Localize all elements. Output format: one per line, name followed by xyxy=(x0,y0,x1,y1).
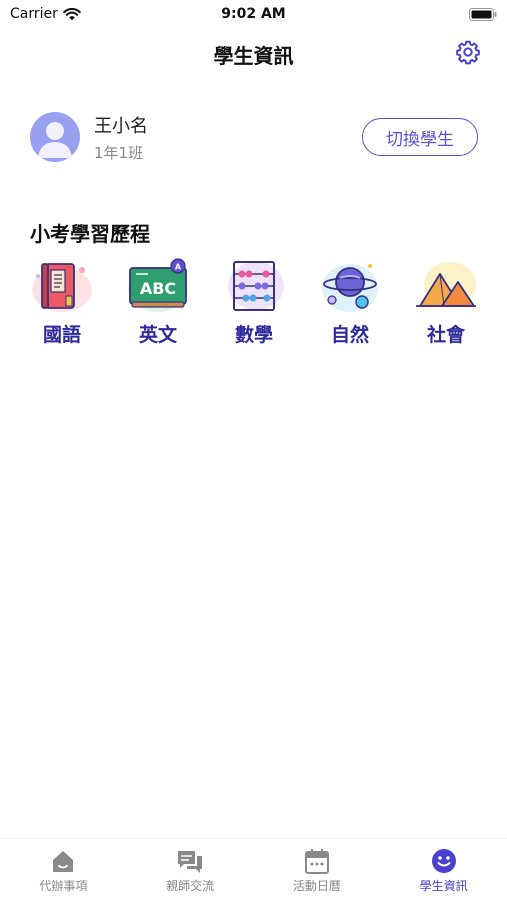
subject-english[interactable]: ABC A 英文 xyxy=(110,256,206,347)
tab-label: 活動日曆 xyxy=(292,879,341,893)
avatar xyxy=(30,112,80,162)
svg-text:A: A xyxy=(175,263,182,272)
carrier-indicator: Carrier xyxy=(10,6,81,22)
pyramid-icon xyxy=(416,262,476,307)
calendar-icon xyxy=(304,849,329,874)
tab-bar: 代辦事項 親師交流 活動日曆 學生資訊 xyxy=(0,838,507,900)
tab-calendar[interactable]: 活動日曆 xyxy=(254,839,381,900)
subject-chinese[interactable]: 國語 xyxy=(14,256,110,347)
subject-label: 自然 xyxy=(330,324,369,346)
user-silhouette-icon xyxy=(38,122,72,158)
svg-text:ABC: ABC xyxy=(140,279,176,298)
tab-label: 代辦事項 xyxy=(39,879,88,893)
chalkboard-abc-icon: ABC A xyxy=(128,258,188,312)
tab-label: 學生資訊 xyxy=(419,879,468,893)
subject-label: 國語 xyxy=(42,324,81,346)
tab-student-info[interactable]: 學生資訊 xyxy=(380,839,507,900)
page-title: 學生資訊 xyxy=(213,44,294,68)
carrier-label: Carrier xyxy=(10,6,58,22)
student-class: 1年1班 xyxy=(94,144,144,162)
subject-label: 數學 xyxy=(234,324,273,346)
subject-label: 社會 xyxy=(426,324,465,346)
student-profile: 王小名 1年1班 切換學生 xyxy=(30,110,480,166)
chat-icon xyxy=(178,851,203,873)
battery-icon xyxy=(469,8,497,21)
book-icon xyxy=(32,263,92,312)
abacus-icon xyxy=(228,261,284,311)
smiley-icon xyxy=(431,849,456,873)
wifi-icon xyxy=(63,7,81,20)
tab-parent-teacher[interactable]: 親師交流 xyxy=(127,839,254,900)
student-name: 王小名 xyxy=(94,116,148,137)
gear-icon xyxy=(456,40,480,65)
settings-button[interactable] xyxy=(453,37,483,67)
subject-math[interactable]: 數學 xyxy=(206,256,302,347)
tab-todo[interactable]: 代辦事項 xyxy=(0,839,127,900)
status-bar: Carrier 9:02 AM xyxy=(0,0,507,28)
subject-list: 國語 ABC A 英文 數學 自然 社會 xyxy=(14,256,494,347)
subject-social[interactable]: 社會 xyxy=(398,256,494,347)
subject-label: 英文 xyxy=(138,324,177,346)
tab-label: 親師交流 xyxy=(166,879,215,893)
section-title: 小考學習歷程 xyxy=(30,222,150,246)
subject-science[interactable]: 自然 xyxy=(302,256,398,347)
planet-icon xyxy=(322,264,378,312)
switch-student-button[interactable]: 切換學生 xyxy=(362,118,478,156)
home-icon xyxy=(53,851,74,872)
